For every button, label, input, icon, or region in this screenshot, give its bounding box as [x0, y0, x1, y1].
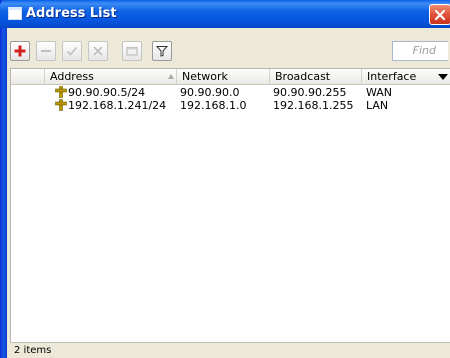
status-bar: 2 items: [10, 342, 450, 358]
filter-icon: [156, 46, 168, 57]
disable-x-icon: [93, 46, 103, 56]
table-header: Address Network Broadcast Interface: [11, 69, 450, 85]
table-row[interactable]: 90.90.90.5/24 90.90.90.0 90.90.90.255 WA…: [11, 86, 450, 99]
title-bar[interactable]: Address List: [0, 0, 450, 28]
comment-button[interactable]: [122, 41, 142, 61]
disable-button[interactable]: [88, 41, 108, 61]
address-plus-icon: [55, 86, 67, 98]
cell-interface: LAN: [366, 99, 389, 112]
cell-interface: WAN: [366, 86, 393, 99]
cell-network: 192.168.1.0: [180, 99, 247, 112]
add-icon: [14, 45, 26, 57]
window-frame-left: [0, 0, 7, 358]
cell-broadcast: 90.90.90.255: [273, 86, 347, 99]
add-button[interactable]: [10, 41, 30, 61]
window-title: Address List: [26, 6, 117, 21]
remove-icon: [41, 50, 51, 52]
address-plus-icon: [55, 99, 67, 111]
comment-icon: [126, 47, 138, 56]
address-list-window: Address List Find Address Network Broadc…: [0, 0, 450, 358]
cell-address: 192.168.1.241/24: [68, 99, 167, 112]
close-button[interactable]: [429, 4, 450, 25]
column-header-interface[interactable]: Interface: [362, 69, 450, 85]
cell-broadcast: 192.168.1.255: [273, 99, 354, 112]
close-icon: [434, 9, 446, 20]
cell-network: 90.90.90.0: [180, 86, 240, 99]
column-header-blank[interactable]: [11, 69, 45, 85]
remove-button[interactable]: [36, 41, 56, 61]
column-header-address[interactable]: Address: [45, 69, 177, 85]
enable-button[interactable]: [62, 41, 82, 61]
filter-button[interactable]: [152, 41, 172, 61]
toolbar: Find: [7, 41, 450, 65]
find-input[interactable]: Find: [392, 41, 448, 61]
address-table: Address Network Broadcast Interface 90.9…: [10, 68, 450, 342]
column-header-broadcast[interactable]: Broadcast: [270, 69, 362, 85]
sort-ascending-icon: [168, 74, 174, 79]
cell-address: 90.90.90.5/24: [68, 86, 146, 99]
enable-check-icon: [66, 46, 78, 56]
column-header-network[interactable]: Network: [177, 69, 270, 85]
window-icon: [8, 7, 22, 20]
column-menu-dropdown-icon[interactable]: [438, 74, 448, 80]
table-row[interactable]: 192.168.1.241/24 192.168.1.0 192.168.1.2…: [11, 99, 450, 112]
item-count: 2 items: [14, 345, 52, 356]
